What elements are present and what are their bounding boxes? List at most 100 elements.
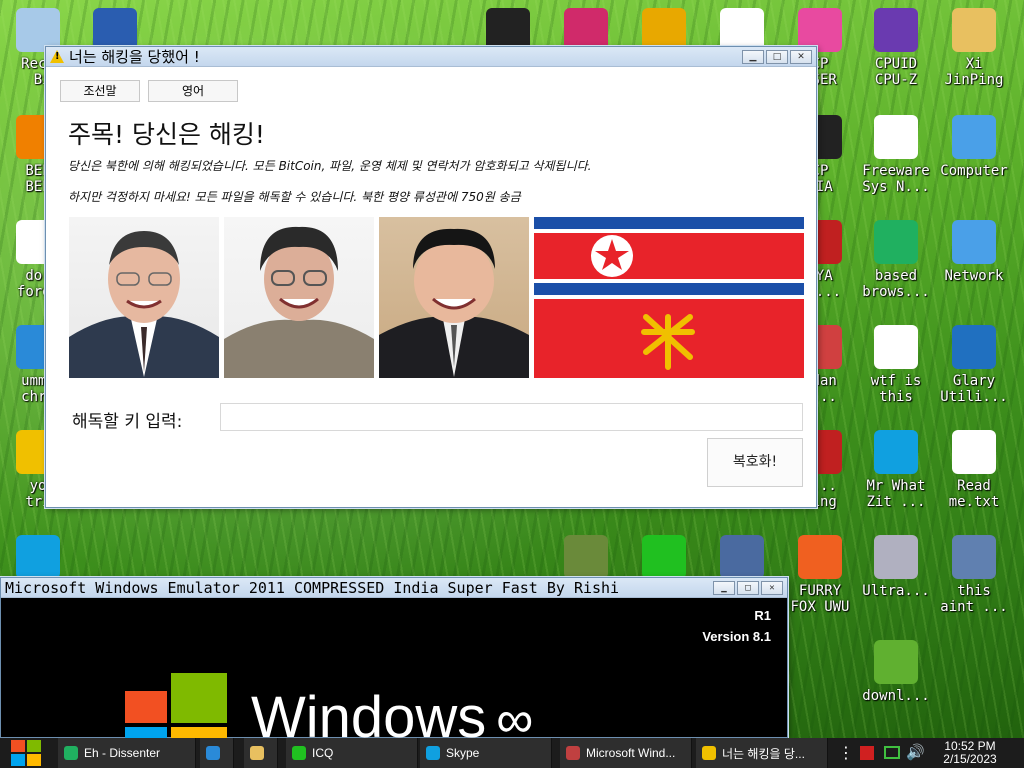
desktop-icon-label: Computer bbox=[940, 163, 1008, 179]
pc-icon bbox=[720, 535, 764, 579]
taskbar-item-eh-dissenter[interactable]: Eh - Dissenter bbox=[58, 738, 196, 768]
taskbar-item-label: Microsoft Wind... bbox=[586, 746, 676, 760]
clock-date: 2/15/2023 bbox=[943, 752, 997, 766]
start-logo-icon bbox=[11, 740, 41, 766]
maximize-button[interactable]: □ bbox=[766, 49, 788, 64]
flag-icon[interactable] bbox=[860, 746, 874, 760]
release-label: R1 bbox=[754, 608, 771, 623]
icq-icon bbox=[292, 746, 306, 760]
firefox-icon bbox=[798, 535, 842, 579]
network-tray-icon[interactable] bbox=[884, 746, 900, 759]
network-icon bbox=[952, 220, 996, 264]
skype-icon bbox=[16, 535, 60, 579]
taskbar: Eh - Dissenter ICQ Skype Microsoft Wind... 너… bbox=[0, 738, 1024, 768]
taskbar-item-label: Eh - Dissenter bbox=[84, 746, 161, 760]
north-korea-flag-image bbox=[534, 217, 804, 378]
image-icon bbox=[874, 640, 918, 684]
taskbar-item-icq[interactable]: ICQ bbox=[286, 738, 418, 768]
decryption-key-input[interactable] bbox=[220, 403, 803, 431]
taskbar-item-label: Skype bbox=[446, 746, 480, 760]
ransom-heading: 주목! 당신은 해킹! bbox=[68, 120, 265, 149]
warning-icon bbox=[702, 746, 716, 760]
minecraft-icon bbox=[564, 535, 608, 579]
printer-icon bbox=[952, 535, 996, 579]
desktop-icon-ultra[interactable]: Ultra... bbox=[858, 535, 934, 599]
desktop-icon-readme[interactable]: Read me.txt bbox=[936, 430, 1012, 510]
ransom-window-title: 너는 해킹을 당했어 ! bbox=[69, 48, 200, 66]
taskbar-item-label: 너는 해킹을 당... bbox=[722, 746, 805, 761]
desktop-icon-glary[interactable]: Glary Utili... bbox=[936, 325, 1012, 405]
desktop-icon-mrwhat[interactable]: Mr What Zit ... bbox=[858, 430, 934, 510]
portrait-image-2 bbox=[224, 217, 374, 378]
minimize-button[interactable]: ▁ bbox=[742, 49, 764, 64]
english-language-button[interactable]: 영어 bbox=[148, 80, 238, 102]
desktop-icon-skype2[interactable] bbox=[0, 535, 76, 583]
desktop-icon-label: downl... bbox=[862, 688, 930, 704]
desktop-icon-label: Freeware Sys N... bbox=[862, 163, 930, 195]
decryption-key-label: 해독할 키 입력: bbox=[72, 412, 183, 432]
minimize-button[interactable]: ▁ bbox=[713, 580, 735, 595]
folder-icon bbox=[250, 746, 264, 760]
text-file-icon bbox=[952, 430, 996, 474]
desktop-icon-pc[interactable] bbox=[704, 535, 780, 583]
close-button[interactable]: ✕ bbox=[761, 580, 783, 595]
skype-icon bbox=[874, 430, 918, 474]
korean-language-button[interactable]: 조선말 bbox=[60, 80, 140, 102]
taskbar-item-label: ICQ bbox=[312, 746, 334, 760]
desktop-icon-label: FURRY FOX UWU bbox=[790, 583, 850, 615]
desktop-icon-xi[interactable]: Xi JinPing bbox=[936, 8, 1012, 88]
desktop-icon-furry[interactable]: FURRY FOX UWU bbox=[782, 535, 858, 615]
taskbar-item-app[interactable]: 너는 해킹을 당... bbox=[696, 738, 828, 768]
desktop-icon-wtf[interactable]: wtf is this bbox=[858, 325, 934, 405]
decrypt-button[interactable]: 복호화! bbox=[707, 438, 803, 487]
folder-user-icon bbox=[952, 8, 996, 52]
taskbar-item-folder[interactable] bbox=[244, 738, 278, 768]
maximize-button[interactable]: □ bbox=[737, 580, 759, 595]
ransom-window: 너는 해킹을 당했어 ! ▁ □ ✕ 조선말 영어 주목! 당신은 해킹! 당신… bbox=[45, 46, 817, 508]
desktop-icon-based[interactable]: based brows... bbox=[858, 220, 934, 300]
desktop-icon-freeware[interactable]: Freeware Sys N... bbox=[858, 115, 934, 195]
emulator-window-title: Microsoft Windows Emulator 2011 COMPRESS… bbox=[5, 578, 620, 597]
desktop-icon-thisaint[interactable]: this aint ... bbox=[936, 535, 1012, 615]
taskbar-item-skype[interactable]: Skype bbox=[420, 738, 552, 768]
ransom-message-line-1: 당신은 북한에 의해 해킹되었습니다. 모든 BitCoin, 파일, 운영 체… bbox=[68, 159, 592, 173]
start-button[interactable] bbox=[0, 738, 52, 768]
desktop-icon-label: Ultra... bbox=[862, 583, 930, 599]
computer-icon bbox=[952, 115, 996, 159]
ransom-window-titlebar[interactable]: 너는 해킹을 당했어 ! ▁ □ ✕ bbox=[46, 47, 816, 67]
volume-icon[interactable]: 🔊 bbox=[906, 743, 925, 761]
taskbar-item-microsoft-wind[interactable]: Microsoft Wind... bbox=[560, 738, 692, 768]
dissenter-icon bbox=[64, 746, 78, 760]
desktop-icon-label: CPUID CPU-Z bbox=[874, 56, 918, 88]
icq-icon bbox=[642, 535, 686, 579]
window-app-icon bbox=[566, 746, 580, 760]
desktop-icon-label: based brows... bbox=[862, 268, 930, 300]
desktop-icon-cpuz[interactable]: CPUID CPU-Z bbox=[858, 8, 934, 88]
desktop-icon-computer[interactable]: Computer bbox=[936, 115, 1012, 179]
ransom-message-line-2: 하지만 걱정하지 마세요! 모든 파일을 해독할 수 있습니다. 북한 평양 류… bbox=[68, 190, 521, 204]
close-button[interactable]: ✕ bbox=[790, 49, 812, 64]
more-icon[interactable]: ⋮ bbox=[838, 743, 854, 762]
glary-icon bbox=[952, 325, 996, 369]
warning-icon bbox=[50, 49, 65, 64]
chat-icon bbox=[874, 220, 918, 264]
desktop-icon-icq[interactable] bbox=[626, 535, 702, 583]
emulator-window: Microsoft Windows Emulator 2011 COMPRESS… bbox=[0, 577, 788, 749]
desktop-icon-label: Network bbox=[944, 268, 1004, 284]
desktop-icon-network[interactable]: Network bbox=[936, 220, 1012, 284]
version-label: Version 8.1 bbox=[702, 629, 771, 644]
desktop-icon-label: Glary Utili... bbox=[940, 373, 1008, 405]
document-icon bbox=[874, 115, 918, 159]
skype-icon bbox=[426, 746, 440, 760]
desktop-icon-label: Mr What Zit ... bbox=[866, 478, 926, 510]
cpuz-icon bbox=[874, 8, 918, 52]
disc-icon bbox=[874, 535, 918, 579]
emulator-window-titlebar[interactable]: Microsoft Windows Emulator 2011 COMPRESS… bbox=[1, 578, 787, 598]
clock[interactable]: 10:52 PM 2/15/2023 bbox=[928, 740, 1012, 766]
taskbar-item-chrome[interactable] bbox=[200, 738, 234, 768]
desktop-icon-mc[interactable] bbox=[548, 535, 624, 583]
chrome-icon bbox=[206, 746, 220, 760]
window-app-icon bbox=[874, 325, 918, 369]
windows-logo-icon bbox=[125, 673, 229, 739]
desktop-icon-downl[interactable]: downl... bbox=[858, 640, 934, 704]
